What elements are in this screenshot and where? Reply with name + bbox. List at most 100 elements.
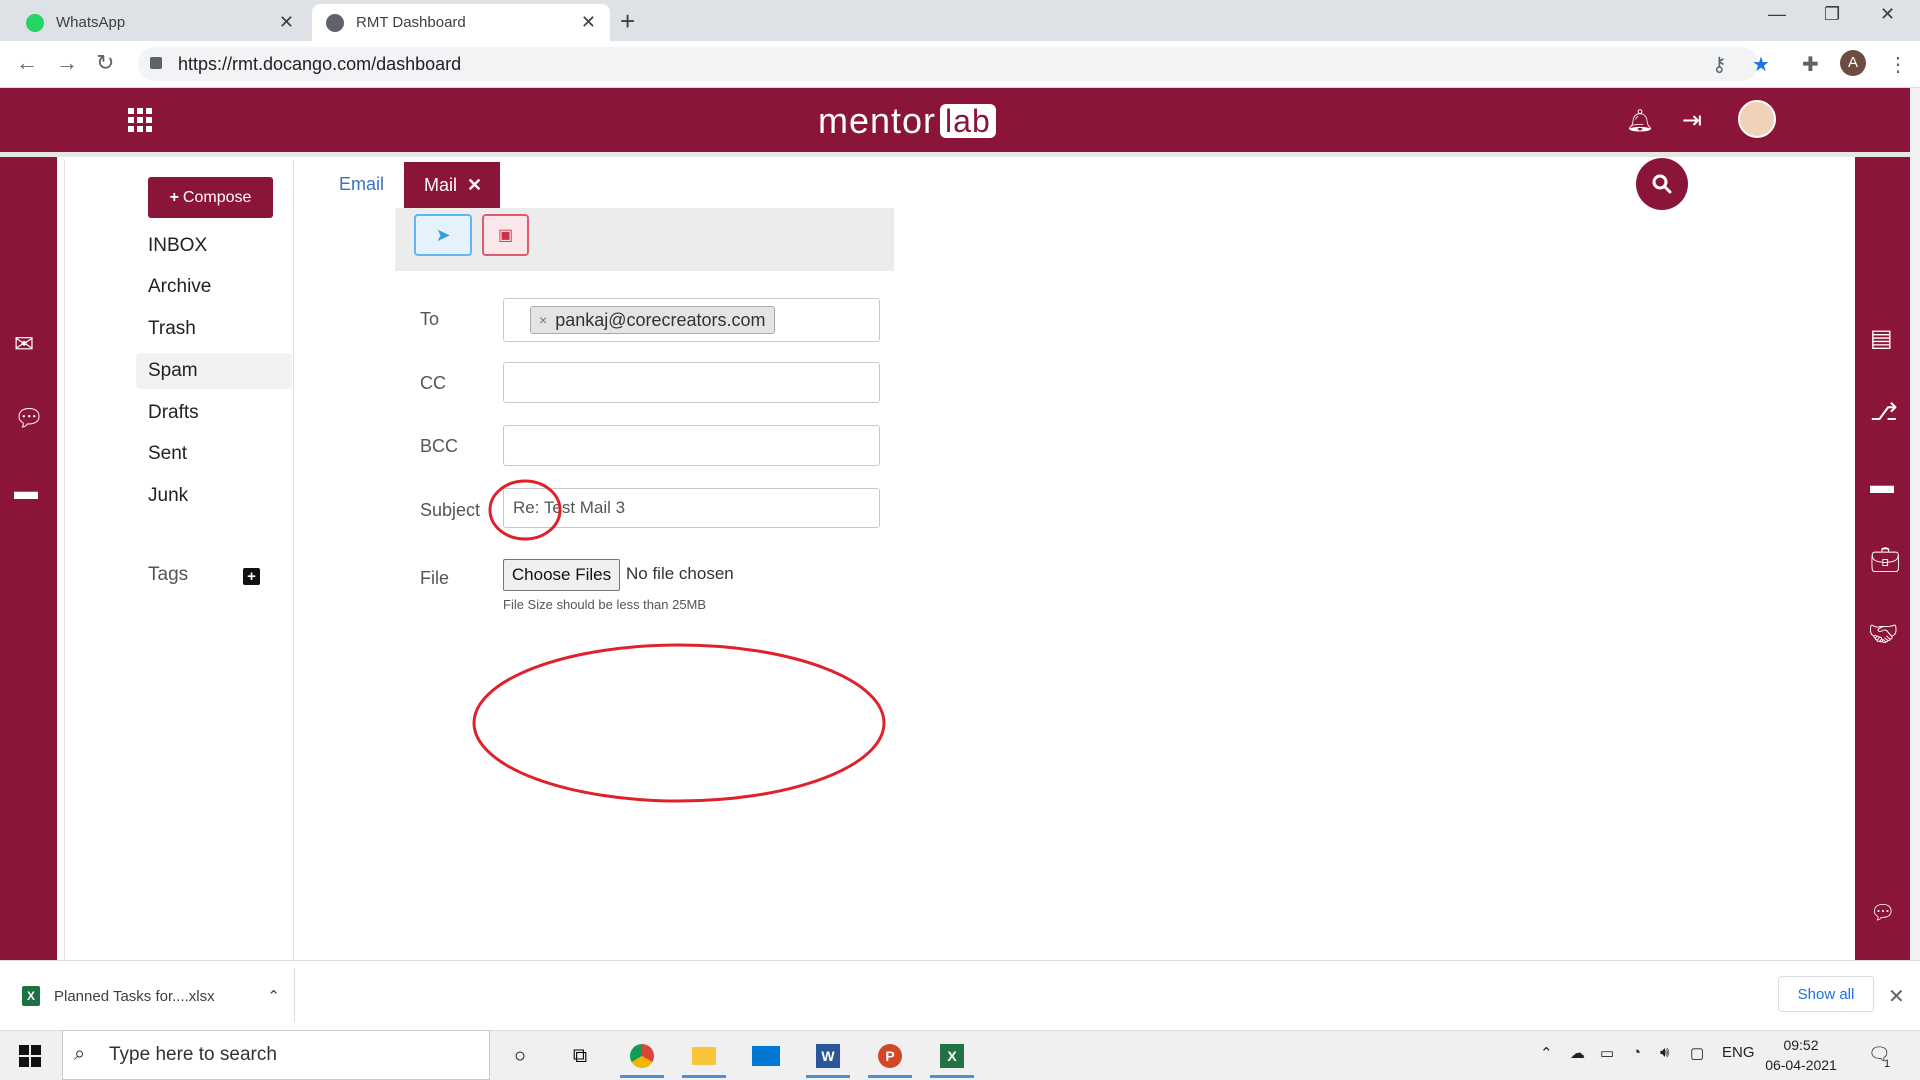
download-item[interactable]: X Planned Tasks for....xlsx ⌃ bbox=[22, 978, 294, 1014]
folder-icon[interactable]: ▬ bbox=[1870, 472, 1894, 500]
excel-icon[interactable]: X bbox=[930, 1036, 974, 1078]
file-label: File bbox=[420, 568, 450, 588]
windows-start-icon[interactable] bbox=[19, 1045, 41, 1067]
folder-trash[interactable]: Trash bbox=[136, 311, 292, 347]
hierarchy-icon[interactable]: ⎇ bbox=[1870, 398, 1898, 427]
close-icon[interactable]: ✕ bbox=[467, 175, 482, 196]
profile-avatar[interactable]: A bbox=[1840, 50, 1866, 76]
contact-card-icon[interactable]: ▤ bbox=[1870, 324, 1893, 353]
browser-tab-title: RMT Dashboard bbox=[356, 14, 466, 31]
annotation-circle-empty-body bbox=[472, 643, 886, 803]
chrome-icon[interactable] bbox=[620, 1036, 664, 1078]
lock-icon bbox=[150, 57, 162, 69]
save-draft-button[interactable]: ▣ bbox=[482, 214, 529, 256]
downloads-divider bbox=[294, 968, 295, 1022]
minimize-button[interactable]: — bbox=[1768, 4, 1786, 25]
user-avatar[interactable] bbox=[1738, 100, 1776, 138]
to-label: To bbox=[420, 309, 440, 329]
folder-icon[interactable]: ▬ bbox=[14, 478, 38, 506]
extensions-icon[interactable]: ✚ bbox=[1802, 52, 1819, 77]
word-icon[interactable]: W bbox=[806, 1036, 850, 1078]
notification-bell-icon[interactable]: 🔔︎ bbox=[1626, 108, 1654, 134]
chat-bubbles-icon[interactable]: 💬︎ bbox=[14, 404, 44, 433]
whatsapp-icon bbox=[26, 13, 44, 32]
reload-button[interactable]: ↻ bbox=[96, 50, 114, 76]
briefcase-icon[interactable]: 💼︎ bbox=[1870, 546, 1900, 575]
folder-sent[interactable]: Sent bbox=[136, 436, 292, 472]
mail-app-icon[interactable] bbox=[744, 1036, 788, 1076]
url-text: https://rmt.docango.com/dashboard bbox=[178, 53, 462, 74]
subject-label: Subject bbox=[420, 500, 481, 520]
file-explorer-icon[interactable] bbox=[682, 1036, 726, 1078]
handshake-icon[interactable]: 🤝︎ bbox=[1868, 620, 1898, 649]
close-tab-icon[interactable]: ✕ bbox=[581, 12, 596, 33]
folder-drafts[interactable]: Drafts bbox=[136, 395, 292, 431]
browser-toolbar: ← → ↻ https://rmt.docango.com/dashboard … bbox=[0, 41, 1920, 88]
forward-button[interactable]: → bbox=[56, 50, 78, 76]
meet-now-icon[interactable]: ▢ bbox=[1690, 1044, 1704, 1062]
task-view-icon[interactable]: ⧉ bbox=[558, 1036, 602, 1076]
left-rail bbox=[0, 157, 57, 960]
search-button[interactable] bbox=[1636, 158, 1688, 210]
cc-label: CC bbox=[420, 373, 446, 393]
choose-files-button[interactable]: Choose Files bbox=[503, 559, 620, 591]
maximize-button[interactable]: ❐ bbox=[1824, 4, 1840, 25]
wifi-icon[interactable]: ◔ bbox=[1632, 1044, 1641, 1061]
battery-icon[interactable]: ▭ bbox=[1600, 1044, 1614, 1062]
key-icon[interactable]: ⚷ bbox=[1712, 52, 1727, 77]
recipient-chip[interactable]: × pankaj@corecreators.com bbox=[530, 306, 775, 334]
remove-recipient-icon[interactable]: × bbox=[539, 312, 547, 328]
taskbar-clock[interactable]: 09:52 06-04-2021 bbox=[1758, 1035, 1844, 1075]
browser-tab-rmt-dashboard[interactable]: RMT Dashboard ✕ bbox=[312, 4, 610, 41]
excel-file-icon: X bbox=[22, 986, 40, 1006]
globe-icon bbox=[326, 13, 344, 32]
paper-plane-icon: ➤ bbox=[435, 224, 451, 245]
bcc-label: BCC bbox=[420, 436, 459, 456]
plus-icon: + bbox=[169, 188, 179, 206]
new-tab-button[interactable]: + bbox=[620, 6, 635, 37]
bcc-field[interactable] bbox=[503, 425, 880, 466]
browser-tab-whatsapp[interactable]: WhatsApp ✕ bbox=[12, 4, 308, 41]
mentorlab-logo: mentor lab bbox=[818, 100, 996, 142]
tags-heading: Tags bbox=[148, 564, 189, 585]
search-icon: ⌕ bbox=[74, 1043, 86, 1065]
volume-icon[interactable]: 🔊︎ bbox=[1660, 1044, 1669, 1061]
cortana-icon[interactable]: ○ bbox=[498, 1036, 542, 1076]
folder-spam[interactable]: Spam bbox=[136, 353, 292, 389]
header-divider bbox=[0, 152, 1910, 157]
send-button[interactable]: ➤ bbox=[414, 214, 472, 256]
tab-email[interactable]: Email bbox=[339, 174, 384, 195]
compose-button[interactable]: + Compose bbox=[148, 177, 273, 218]
file-status: No file chosen bbox=[626, 564, 734, 583]
close-window-button[interactable]: ✕ bbox=[1880, 4, 1895, 25]
show-hidden-icons-icon[interactable]: ⌃ bbox=[1540, 1044, 1553, 1062]
taskbar-search-box[interactable]: Type here to search bbox=[62, 1030, 490, 1080]
folder-junk[interactable]: Junk bbox=[136, 478, 292, 514]
close-downloads-icon[interactable]: ✕ bbox=[1888, 984, 1905, 1009]
browser-tab-title: WhatsApp bbox=[56, 14, 126, 31]
onedrive-icon[interactable]: ☁ bbox=[1570, 1044, 1585, 1062]
address-bar[interactable]: https://rmt.docango.com/dashboard bbox=[138, 47, 1758, 81]
tab-mail[interactable]: Mail ✕ bbox=[404, 162, 500, 208]
file-size-hint: File Size should be less than 25MB bbox=[503, 597, 707, 612]
floppy-disk-icon: ▣ bbox=[497, 227, 514, 244]
folder-inbox[interactable]: INBOX bbox=[136, 228, 292, 264]
powerpoint-icon[interactable]: P bbox=[868, 1036, 912, 1078]
bookmark-star-icon[interactable]: ★ bbox=[1752, 52, 1770, 77]
add-tag-button[interactable]: + bbox=[243, 568, 260, 585]
menu-kebab-icon[interactable]: ⋮ bbox=[1888, 52, 1908, 77]
subject-value: Re: Test Mail 3 bbox=[513, 498, 626, 517]
chevron-up-icon[interactable]: ⌃ bbox=[267, 987, 280, 1005]
back-button[interactable]: ← bbox=[16, 50, 38, 76]
apps-grid-icon[interactable] bbox=[128, 108, 152, 132]
logout-icon[interactable]: ⇥ bbox=[1682, 106, 1702, 135]
folder-archive[interactable]: Archive bbox=[136, 269, 292, 305]
close-tab-icon[interactable]: ✕ bbox=[279, 12, 294, 33]
mail-envelope-icon[interactable]: ✉ bbox=[14, 330, 34, 359]
language-indicator[interactable]: ENG bbox=[1722, 1044, 1755, 1061]
cc-field[interactable] bbox=[503, 362, 880, 403]
page-scrollbar[interactable] bbox=[1910, 88, 1920, 960]
show-all-button[interactable]: Show all bbox=[1778, 976, 1874, 1012]
search-icon bbox=[1652, 174, 1672, 194]
chat-icon[interactable]: 💬︎ bbox=[1870, 900, 1895, 925]
